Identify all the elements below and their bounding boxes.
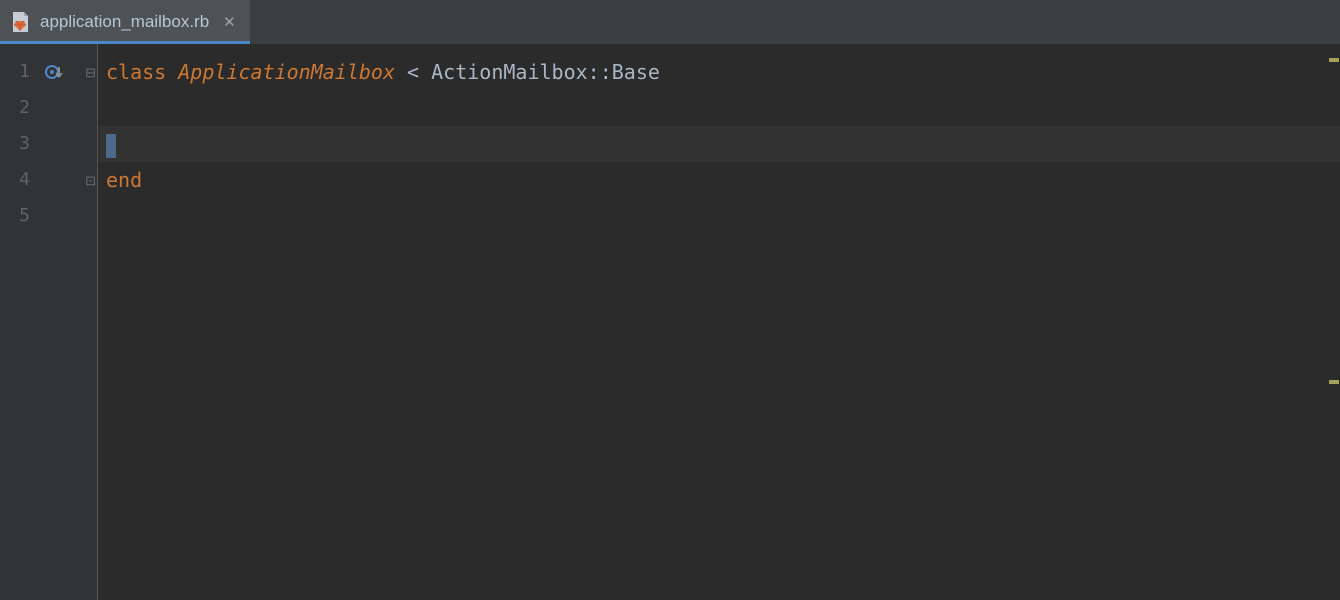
line-number[interactable]: 5 [0, 198, 44, 234]
line-number[interactable]: 1 [0, 54, 44, 90]
line-number[interactable]: 2 [0, 90, 44, 126]
stripe-marker[interactable] [1329, 58, 1339, 62]
fold-close-icon[interactable]: ⊡ [85, 174, 96, 187]
code-rest: < ActionMailbox::Base [395, 60, 660, 84]
ruby-file-icon [10, 11, 30, 33]
editor: 1 2 3 4 5 ⊟ ⊡ [0, 44, 1340, 600]
close-icon[interactable]: ✕ [223, 15, 236, 30]
tab-filename: application_mailbox.rb [40, 12, 209, 32]
keyword: end [106, 168, 142, 192]
code-line-3[interactable] [98, 126, 1340, 162]
code-line-5[interactable] [98, 198, 1340, 234]
line-numbers: 1 2 3 4 5 [0, 44, 44, 600]
line-number[interactable]: 3 [0, 126, 44, 162]
error-stripe[interactable] [1326, 44, 1340, 600]
class-name: ApplicationMailbox [178, 60, 395, 84]
editor-tab[interactable]: application_mailbox.rb ✕ [0, 0, 250, 44]
fold-open-icon[interactable]: ⊟ [85, 66, 96, 79]
code-line-4[interactable]: end [98, 162, 1340, 198]
code-line-2[interactable] [98, 90, 1340, 126]
navigate-icon[interactable] [44, 61, 66, 83]
gutter: 1 2 3 4 5 ⊟ ⊡ [0, 44, 98, 600]
line-number[interactable]: 4 [0, 162, 44, 198]
code-line-1[interactable]: class ApplicationMailbox < ActionMailbox… [98, 54, 1340, 90]
stripe-marker[interactable] [1329, 380, 1339, 384]
code-area[interactable]: class ApplicationMailbox < ActionMailbox… [98, 44, 1340, 600]
keyword: class [106, 60, 178, 84]
text-cursor [106, 134, 116, 158]
gutter-marks: ⊟ ⊡ [44, 44, 98, 600]
tab-bar: application_mailbox.rb ✕ [0, 0, 1340, 44]
